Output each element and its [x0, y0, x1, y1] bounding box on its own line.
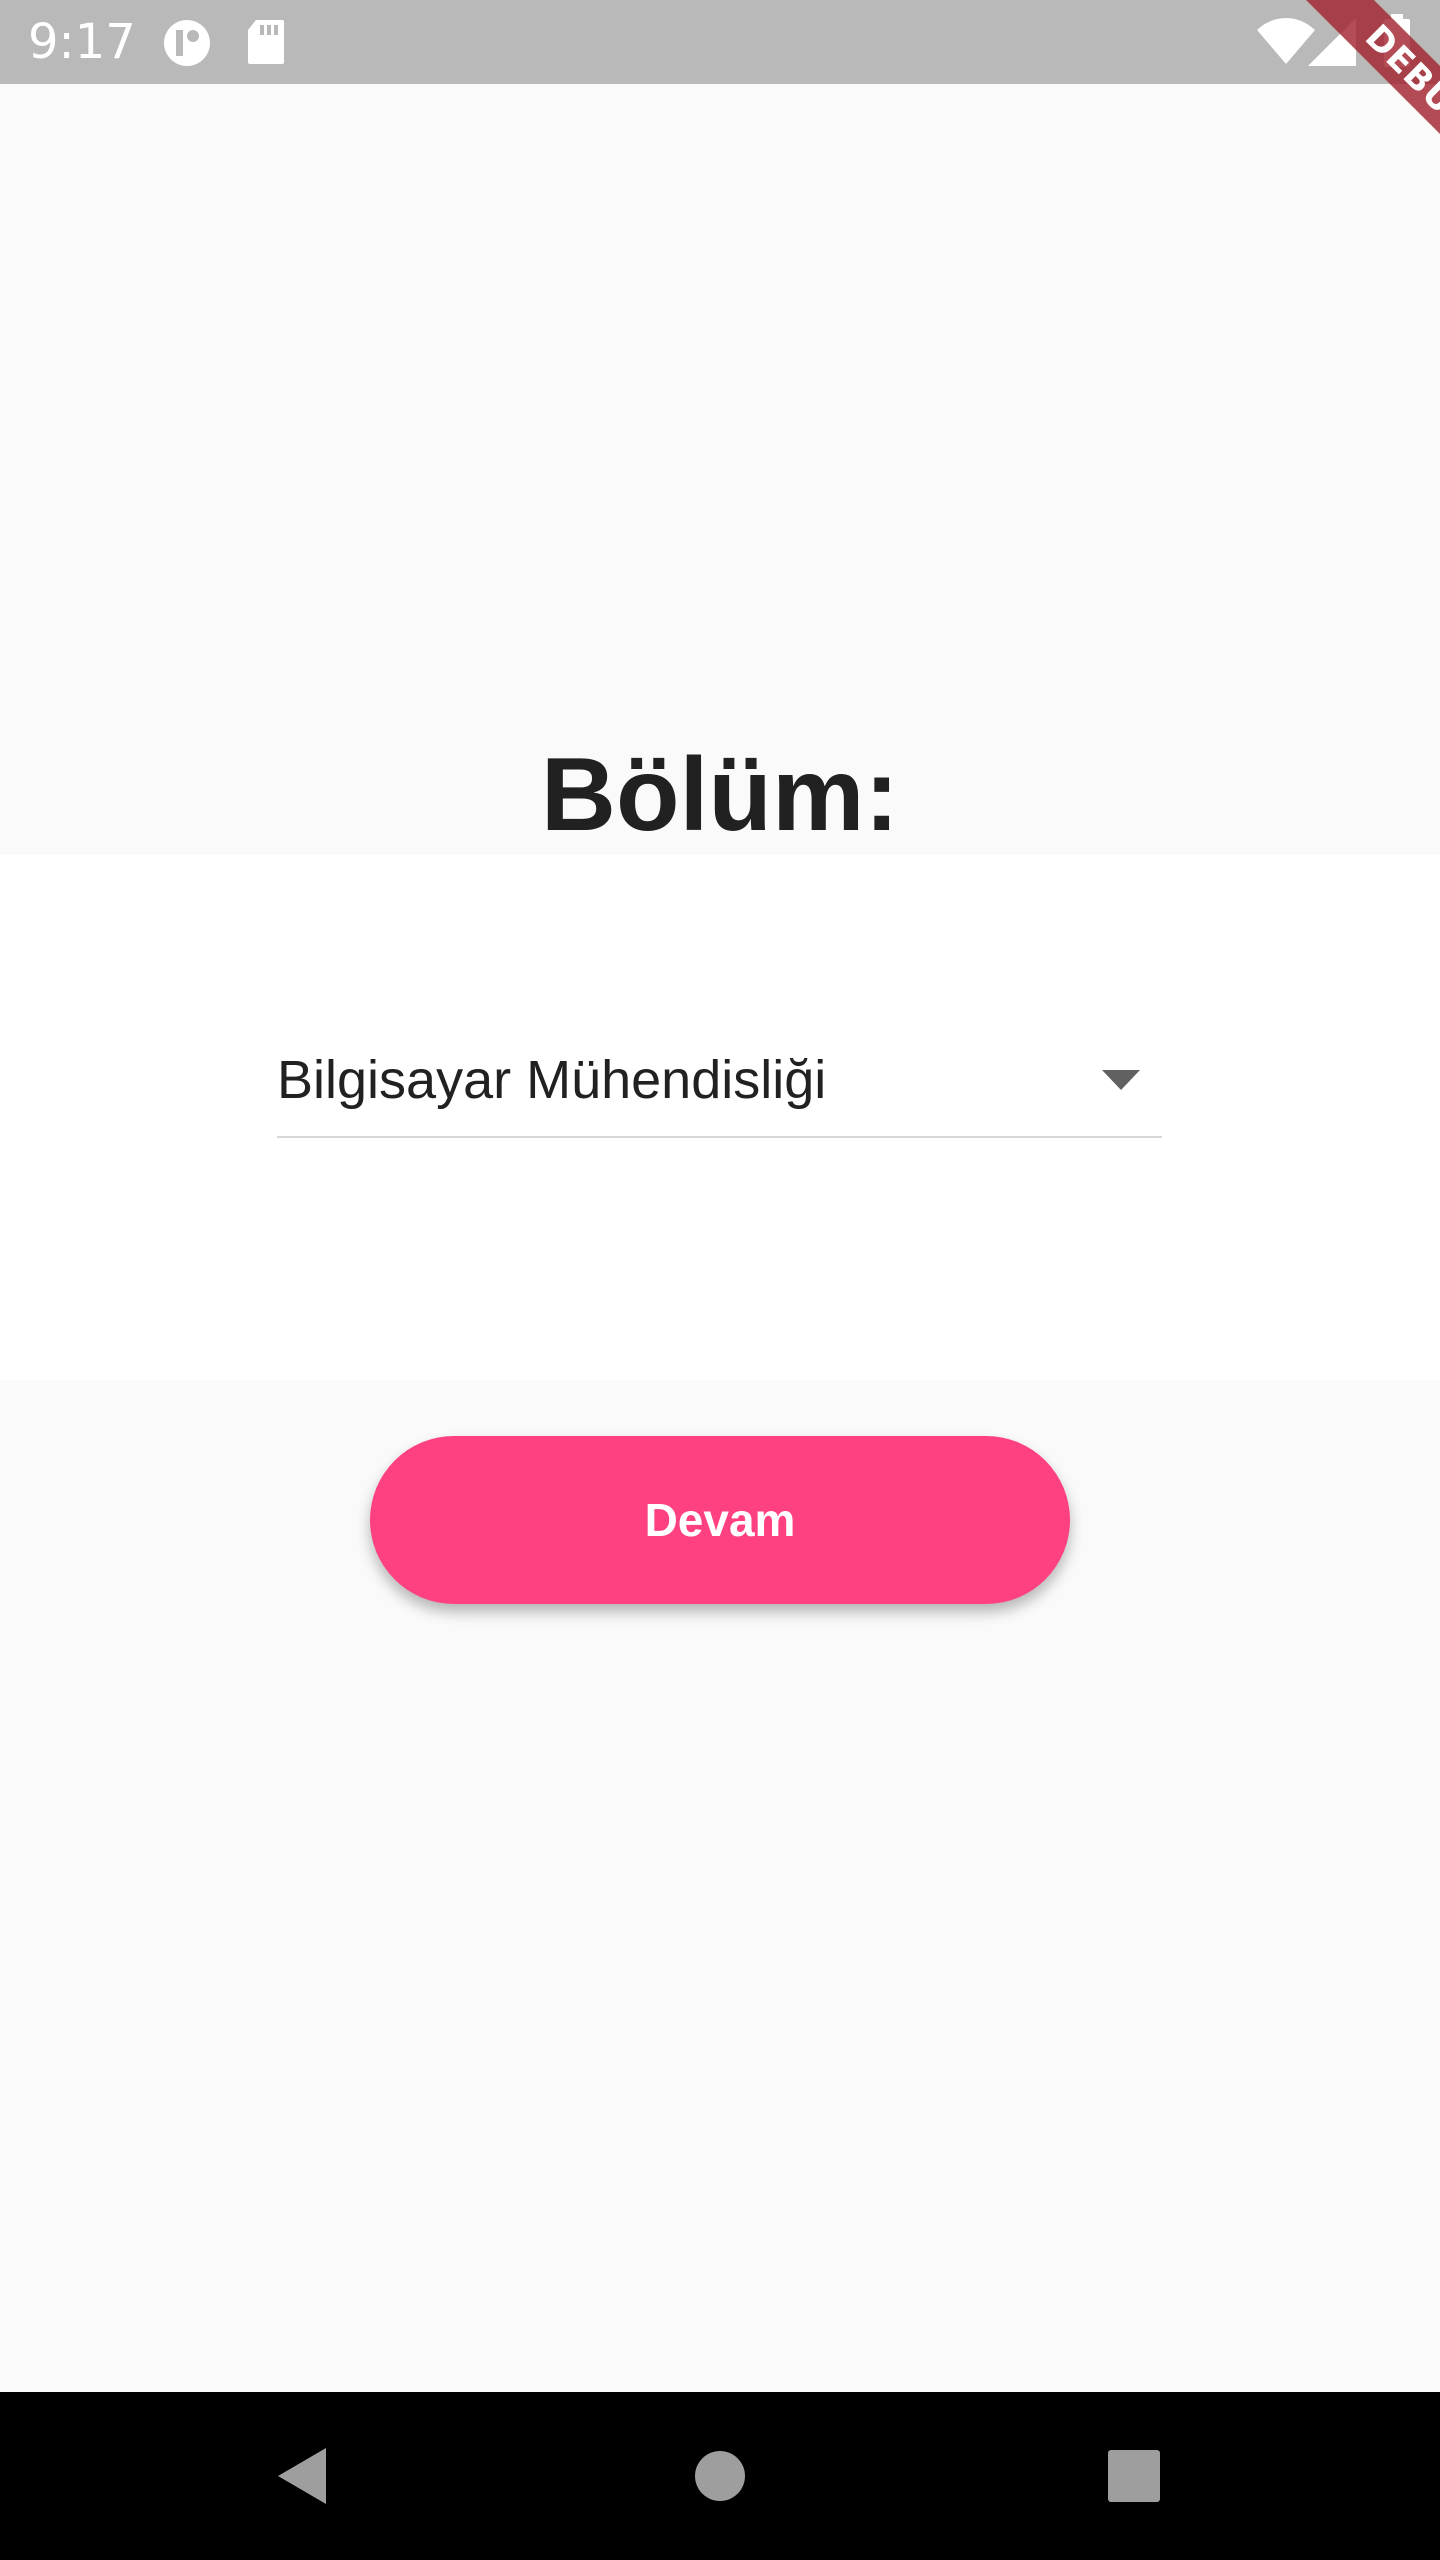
sd-card-icon — [246, 18, 286, 71]
department-dropdown-value: Bilgisayar Mühendisliği — [277, 1050, 827, 1110]
continue-button[interactable]: Devam — [370, 1436, 1070, 1604]
status-time: 9:17 — [28, 14, 136, 70]
page-title: Bölüm: — [540, 737, 900, 853]
home-icon — [695, 2451, 745, 2501]
department-dropdown[interactable]: Bilgisayar Mühendisliği — [277, 1040, 1162, 1138]
recents-icon — [1108, 2450, 1160, 2502]
back-icon — [278, 2448, 326, 2504]
recents-button[interactable] — [1054, 2392, 1214, 2560]
home-button[interactable] — [640, 2392, 800, 2560]
debug-banner-label: DEBUG — [1282, 0, 1440, 218]
navigation-bar — [0, 2392, 1440, 2560]
data-saver-icon — [162, 18, 212, 73]
dropdown-arrow-icon — [1102, 1070, 1140, 1095]
back-button[interactable] — [222, 2392, 382, 2560]
debug-banner: DEBUG — [1220, 0, 1440, 220]
